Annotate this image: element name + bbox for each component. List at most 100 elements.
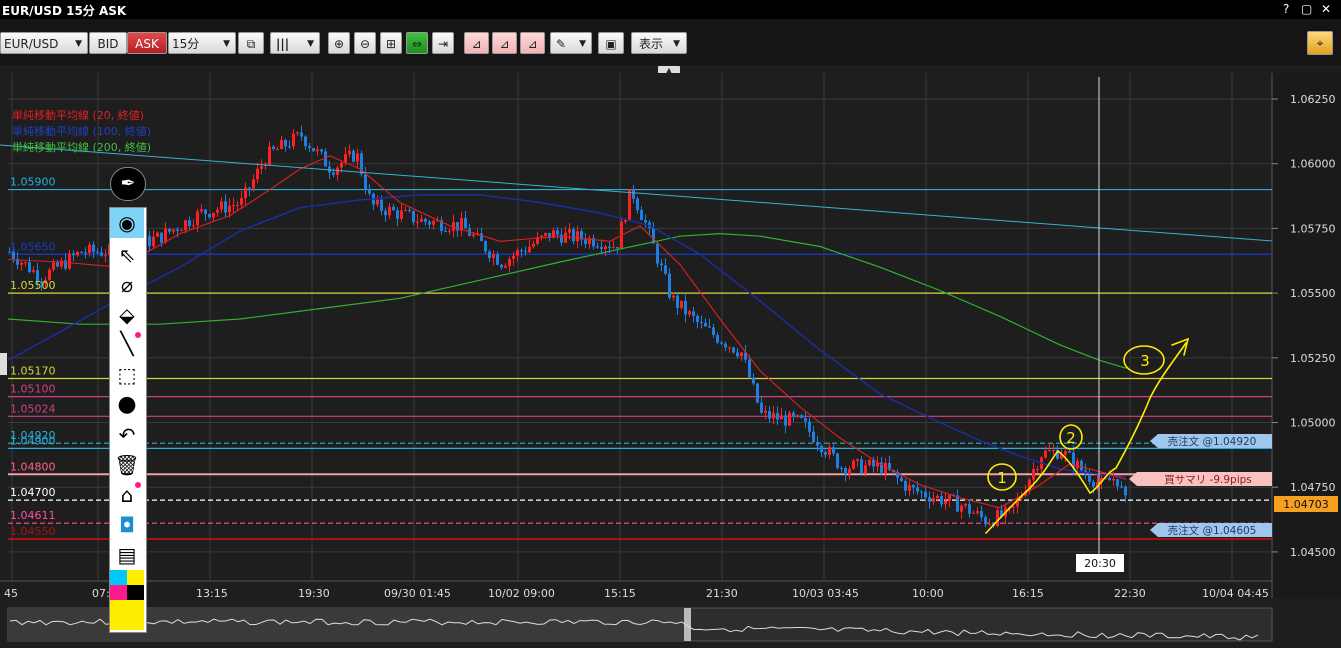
candle-body — [248, 187, 251, 189]
candle-body — [524, 251, 527, 253]
candle-body — [500, 264, 503, 268]
candle-body — [504, 265, 507, 268]
annotation-1: 1 — [997, 469, 1007, 487]
time-tick-label: 21:30 — [706, 587, 738, 600]
cursor-icon[interactable]: ⇖ — [110, 240, 144, 270]
candle-body — [396, 210, 399, 219]
candle-body — [616, 247, 619, 249]
candle-body — [556, 230, 559, 235]
candle-body — [92, 244, 95, 252]
candle-body — [308, 146, 311, 149]
price-tick-label: 1.06250 — [1290, 93, 1336, 106]
candle-body — [1080, 460, 1083, 471]
candle-body — [28, 262, 31, 272]
candle-body — [964, 503, 967, 506]
position-summary[interactable]: 買サマリ -9.9pips — [1129, 472, 1272, 486]
help-icon[interactable]: ? — [1283, 2, 1289, 16]
candle-body — [692, 311, 695, 316]
fit-icon[interactable]: ⊞ — [380, 32, 402, 54]
candle-body — [52, 262, 55, 270]
candle-body — [936, 495, 939, 499]
zoom-in-icon[interactable]: ⊕ — [328, 32, 350, 54]
candle-body — [532, 243, 535, 247]
eraser-icon[interactable]: ⬙ — [110, 300, 144, 330]
candle-body — [428, 221, 431, 225]
camera-icon[interactable]: ◘ — [110, 510, 144, 540]
undo-icon[interactable]: ↶ — [110, 420, 144, 450]
dot-icon[interactable]: ● — [110, 390, 144, 420]
display-menu[interactable]: 表示 ▼ — [631, 32, 687, 54]
ask-button[interactable]: ASK — [127, 32, 167, 54]
candle-body — [972, 512, 975, 514]
link-icon[interactable]: ⧉ — [238, 32, 264, 54]
trash-icon[interactable]: 🗑 — [110, 450, 144, 480]
eye-icon[interactable]: ◉ — [110, 208, 144, 238]
timeframe-select[interactable]: 15分 ▼ — [168, 32, 236, 54]
add-order-icon[interactable]: ⊿ — [464, 32, 489, 54]
palette-icon[interactable] — [110, 570, 144, 630]
candle-body — [408, 210, 411, 212]
candle-body — [740, 352, 743, 357]
candle-body — [368, 189, 371, 194]
candle-body — [152, 236, 155, 247]
zoom-out-icon[interactable]: ⊖ — [354, 32, 376, 54]
candle-body — [680, 300, 683, 308]
crosshair-time-label: 20:30 — [1084, 557, 1116, 570]
candle-body — [516, 250, 519, 256]
candle-body — [296, 132, 299, 134]
pen-icon[interactable]: ✒ — [110, 167, 146, 201]
sell-order-lower[interactable]: 売注文 @1.04605 — [1150, 523, 1272, 537]
price-tick-label: 1.04500 — [1290, 546, 1336, 559]
expand-icon[interactable]: ⇔ — [406, 32, 428, 54]
candle-body — [240, 198, 243, 205]
candle-body — [928, 497, 931, 502]
restore-icon[interactable]: ▢ — [1301, 2, 1312, 16]
price-tick-label: 1.05750 — [1290, 222, 1336, 235]
candle-body — [984, 517, 987, 525]
candle-body — [712, 327, 715, 335]
candle-body — [864, 465, 867, 474]
current-price-label: 1.04703 — [1283, 498, 1329, 511]
screenshot-icon[interactable]: ▣ — [598, 32, 624, 54]
candle-body — [804, 417, 807, 422]
symbol-select[interactable]: EUR/USD ▼ — [0, 32, 88, 54]
candle-body — [856, 459, 859, 461]
price-tick-label: 1.05250 — [1290, 352, 1336, 365]
time-tick-label: 16:15 — [1012, 587, 1044, 600]
close-icon[interactable]: ✕ — [1321, 2, 1331, 16]
candle-body — [836, 453, 839, 468]
bid-button[interactable]: BID — [89, 32, 127, 54]
scroll-left-handle[interactable] — [0, 353, 7, 375]
candle-body — [344, 154, 347, 163]
edit-order-icon[interactable]: ⊿ — [492, 32, 517, 54]
candle-body — [772, 413, 775, 419]
magnet-icon[interactable]: ⌀ — [110, 270, 144, 300]
candle-body — [956, 495, 959, 512]
time-tick-label: 19:30 — [298, 587, 330, 600]
candle-body — [1048, 450, 1051, 452]
ruler-icon[interactable]: ⬚ — [110, 360, 144, 390]
candle-body — [376, 199, 379, 205]
price-tick-label: 1.06000 — [1290, 158, 1336, 171]
candle-body — [724, 343, 727, 348]
sell-order-upper[interactable]: 売注文 @1.04920 — [1150, 434, 1272, 448]
candle-body — [168, 228, 171, 232]
candle-body — [676, 295, 679, 308]
candle-body — [696, 315, 699, 322]
candle-body — [464, 218, 467, 229]
pen-icon[interactable]: ✎ ▼ — [550, 32, 592, 54]
candle-body — [1112, 479, 1115, 481]
clipboard-icon[interactable]: ▤ — [110, 540, 144, 570]
bar-chart-icon[interactable]: ||| ▼ — [270, 32, 320, 54]
candle-body — [192, 225, 195, 227]
candle-body — [404, 210, 407, 212]
scroll-end-icon[interactable]: ⇥ — [432, 32, 454, 54]
target-icon[interactable]: ⌖ — [1307, 31, 1333, 55]
time-tick-label: 22:30 — [1114, 587, 1146, 600]
price-chart[interactable]: 1.05900 1.05650 1.05500 1.05170 1.05100 1.050… — [0, 73, 1341, 648]
candle-body — [656, 243, 659, 264]
level-label: 1.05170 — [10, 365, 56, 378]
cancel-order-icon[interactable]: ⊿ — [520, 32, 545, 54]
candle-body — [756, 383, 759, 403]
candle-body — [796, 415, 799, 417]
